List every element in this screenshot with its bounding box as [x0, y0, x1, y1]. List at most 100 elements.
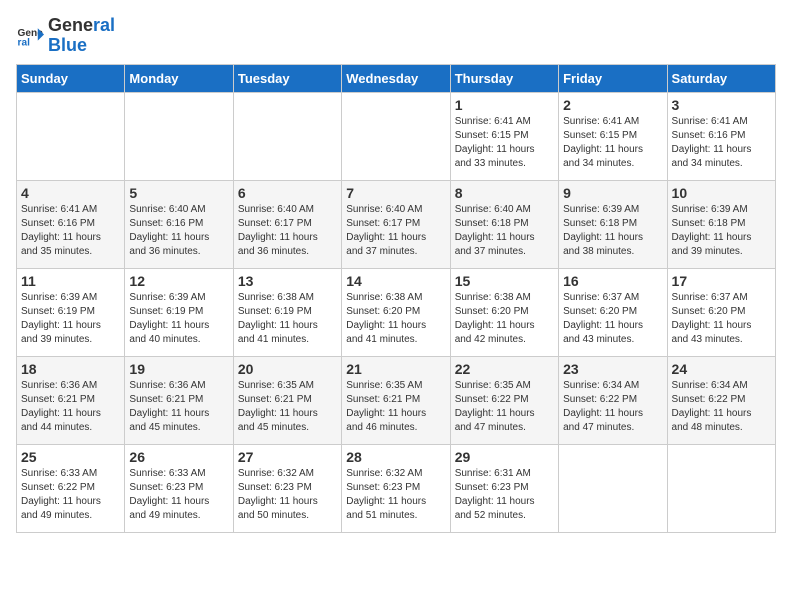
day-info: Sunrise: 6:41 AM Sunset: 6:16 PM Dayligh…: [21, 203, 120, 259]
calendar-table: SundayMondayTuesdayWednesdayThursdayFrid…: [16, 64, 776, 533]
day-number: 26: [129, 449, 228, 465]
day-info: Sunrise: 6:35 AM Sunset: 6:21 PM Dayligh…: [238, 379, 337, 435]
calendar-cell: 25 Sunrise: 6:33 AM Sunset: 6:22 PM Dayli…: [17, 444, 125, 532]
day-info: Sunrise: 6:37 AM Sunset: 6:20 PM Dayligh…: [563, 291, 662, 347]
day-number: 15: [455, 273, 554, 289]
day-info: Sunrise: 6:36 AM Sunset: 6:21 PM Dayligh…: [129, 379, 228, 435]
col-header-sunday: Sunday: [17, 64, 125, 92]
calendar-cell: 26Sunrise: 6:33 AM Sunset: 6:23 PM Dayli…: [125, 444, 233, 532]
calendar-cell: 28 Sunrise: 6:32 AM Sunset: 6:23 PM Dayli…: [342, 444, 450, 532]
day-number: 14: [346, 273, 445, 289]
day-number: 27: [238, 449, 337, 465]
page-header: Gene ral General Blue: [16, 16, 776, 56]
calendar-cell: 7 Sunrise: 6:40 AM Sunset: 6:17 PM Daylig…: [342, 180, 450, 268]
calendar-cell: 29 Sunrise: 6:31 AM Sunset: 6:23 PM Dayli…: [450, 444, 558, 532]
day-info: Sunrise: 6:39 AM Sunset: 6:19 PM Dayligh…: [129, 291, 228, 347]
calendar-cell: 19 Sunrise: 6:36 AM Sunset: 6:21 PM Dayli…: [125, 356, 233, 444]
day-number: 18: [21, 361, 120, 377]
day-info: Sunrise: 6:41 AM Sunset: 6:15 PM Dayligh…: [563, 115, 662, 171]
day-number: 22: [455, 361, 554, 377]
day-number: 24: [672, 361, 771, 377]
calendar-cell: 17 Sunrise: 6:37 AM Sunset: 6:20 PM Dayli…: [667, 268, 775, 356]
calendar-cell: 27 Sunrise: 6:32 AM Sunset: 6:23 PM Dayli…: [233, 444, 341, 532]
day-number: 17: [672, 273, 771, 289]
day-info: Sunrise: 6:40 AM Sunset: 6:17 PM Dayligh…: [346, 203, 445, 259]
day-number: 8: [455, 185, 554, 201]
day-info: Sunrise: 6:34 AM Sunset: 6:22 PM Dayligh…: [672, 379, 771, 435]
day-info: Sunrise: 6:38 AM Sunset: 6:20 PM Dayligh…: [346, 291, 445, 347]
col-header-thursday: Thursday: [450, 64, 558, 92]
day-info: Sunrise: 6:38 AM Sunset: 6:20 PM Dayligh…: [455, 291, 554, 347]
day-info: Sunrise: 6:37 AM Sunset: 6:20 PM Dayligh…: [672, 291, 771, 347]
day-info: Sunrise: 6:40 AM Sunset: 6:17 PM Dayligh…: [238, 203, 337, 259]
day-info: Sunrise: 6:32 AM Sunset: 6:23 PM Dayligh…: [346, 467, 445, 523]
day-info: Sunrise: 6:36 AM Sunset: 6:21 PM Dayligh…: [21, 379, 120, 435]
calendar-cell: [125, 92, 233, 180]
day-info: Sunrise: 6:35 AM Sunset: 6:22 PM Dayligh…: [455, 379, 554, 435]
col-header-friday: Friday: [559, 64, 667, 92]
calendar-cell: 11 Sunrise: 6:39 AM Sunset: 6:19 PM Dayli…: [17, 268, 125, 356]
day-number: 16: [563, 273, 662, 289]
calendar-cell: 20 Sunrise: 6:35 AM Sunset: 6:21 PM Dayli…: [233, 356, 341, 444]
day-number: 20: [238, 361, 337, 377]
day-info: Sunrise: 6:39 AM Sunset: 6:18 PM Dayligh…: [563, 203, 662, 259]
day-info: Sunrise: 6:41 AM Sunset: 6:15 PM Dayligh…: [455, 115, 554, 171]
day-number: 1: [455, 97, 554, 113]
day-number: 7: [346, 185, 445, 201]
logo-icon: Gene ral: [16, 22, 44, 50]
day-number: 2: [563, 97, 662, 113]
calendar-cell: [667, 444, 775, 532]
calendar-cell: 4 Sunrise: 6:41 AM Sunset: 6:16 PM Daylig…: [17, 180, 125, 268]
col-header-tuesday: Tuesday: [233, 64, 341, 92]
calendar-cell: 21 Sunrise: 6:35 AM Sunset: 6:21 PM Dayli…: [342, 356, 450, 444]
calendar-cell: 14 Sunrise: 6:38 AM Sunset: 6:20 PM Dayli…: [342, 268, 450, 356]
calendar-cell: 24 Sunrise: 6:34 AM Sunset: 6:22 PM Dayli…: [667, 356, 775, 444]
day-number: 28: [346, 449, 445, 465]
day-number: 3: [672, 97, 771, 113]
calendar-cell: 22 Sunrise: 6:35 AM Sunset: 6:22 PM Dayli…: [450, 356, 558, 444]
calendar-cell: 15 Sunrise: 6:38 AM Sunset: 6:20 PM Dayli…: [450, 268, 558, 356]
day-info: Sunrise: 6:39 AM Sunset: 6:18 PM Dayligh…: [672, 203, 771, 259]
calendar-cell: 8 Sunrise: 6:40 AM Sunset: 6:18 PM Daylig…: [450, 180, 558, 268]
day-number: 12: [129, 273, 228, 289]
calendar-cell: 23 Sunrise: 6:34 AM Sunset: 6:22 PM Dayli…: [559, 356, 667, 444]
calendar-cell: 9 Sunrise: 6:39 AM Sunset: 6:18 PM Daylig…: [559, 180, 667, 268]
day-number: 19: [129, 361, 228, 377]
col-header-wednesday: Wednesday: [342, 64, 450, 92]
day-number: 9: [563, 185, 662, 201]
day-number: 11: [21, 273, 120, 289]
svg-text:ral: ral: [18, 37, 31, 48]
day-info: Sunrise: 6:31 AM Sunset: 6:23 PM Dayligh…: [455, 467, 554, 523]
calendar-cell: 10 Sunrise: 6:39 AM Sunset: 6:18 PM Dayli…: [667, 180, 775, 268]
day-number: 21: [346, 361, 445, 377]
day-number: 4: [21, 185, 120, 201]
day-info: Sunrise: 6:38 AM Sunset: 6:19 PM Dayligh…: [238, 291, 337, 347]
day-number: 10: [672, 185, 771, 201]
day-info: Sunrise: 6:34 AM Sunset: 6:22 PM Dayligh…: [563, 379, 662, 435]
day-info: Sunrise: 6:40 AM Sunset: 6:16 PM Dayligh…: [129, 203, 228, 259]
day-info: Sunrise: 6:39 AM Sunset: 6:19 PM Dayligh…: [21, 291, 120, 347]
day-info: Sunrise: 6:33 AM Sunset: 6:22 PM Dayligh…: [21, 467, 120, 523]
day-number: 5: [129, 185, 228, 201]
logo: Gene ral General Blue: [16, 16, 115, 56]
day-number: 25: [21, 449, 120, 465]
day-number: 13: [238, 273, 337, 289]
day-info: Sunrise: 6:32 AM Sunset: 6:23 PM Dayligh…: [238, 467, 337, 523]
day-info: Sunrise: 6:35 AM Sunset: 6:21 PM Dayligh…: [346, 379, 445, 435]
calendar-cell: [342, 92, 450, 180]
col-header-saturday: Saturday: [667, 64, 775, 92]
day-info: Sunrise: 6:41 AM Sunset: 6:16 PM Dayligh…: [672, 115, 771, 171]
calendar-cell: [17, 92, 125, 180]
calendar-cell: 2 Sunrise: 6:41 AM Sunset: 6:15 PM Daylig…: [559, 92, 667, 180]
day-info: Sunrise: 6:40 AM Sunset: 6:18 PM Dayligh…: [455, 203, 554, 259]
calendar-cell: 6 Sunrise: 6:40 AM Sunset: 6:17 PM Daylig…: [233, 180, 341, 268]
calendar-cell: 18 Sunrise: 6:36 AM Sunset: 6:21 PM Dayli…: [17, 356, 125, 444]
day-number: 6: [238, 185, 337, 201]
col-header-monday: Monday: [125, 64, 233, 92]
day-number: 29: [455, 449, 554, 465]
calendar-cell: 12 Sunrise: 6:39 AM Sunset: 6:19 PM Dayli…: [125, 268, 233, 356]
calendar-cell: 5 Sunrise: 6:40 AM Sunset: 6:16 PM Daylig…: [125, 180, 233, 268]
logo-text: General Blue: [48, 16, 115, 56]
calendar-cell: 1 Sunrise: 6:41 AM Sunset: 6:15 PM Daylig…: [450, 92, 558, 180]
day-number: 23: [563, 361, 662, 377]
